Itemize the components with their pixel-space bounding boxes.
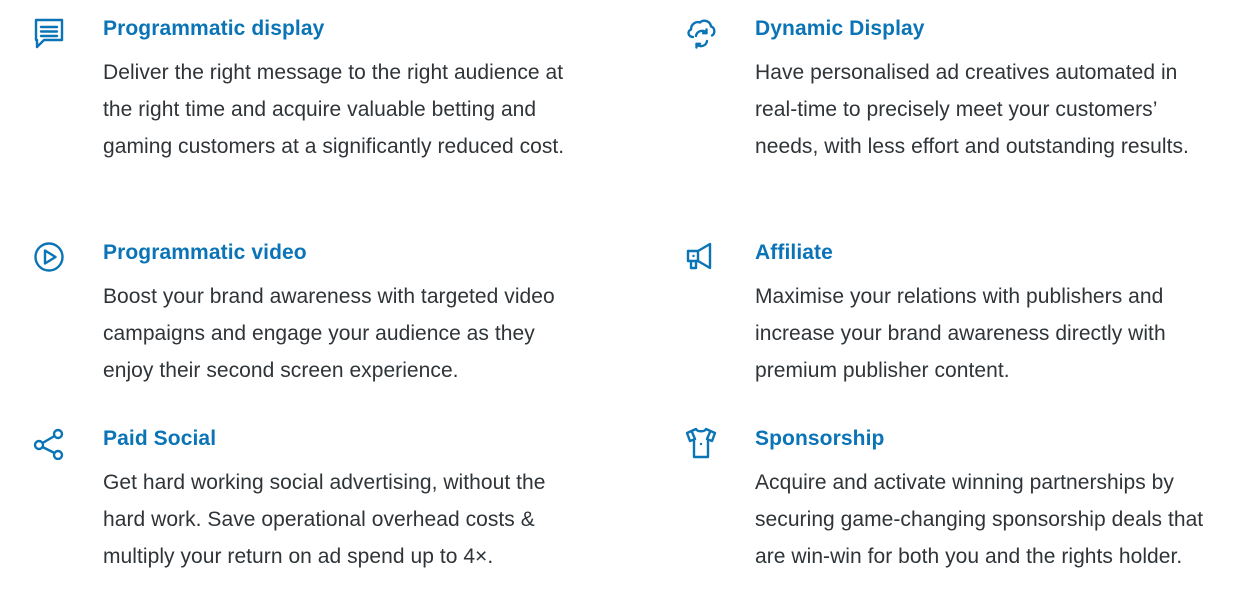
service-dynamic-display: Dynamic Display Have personalised ad cre… <box>687 16 1225 165</box>
service-description: Have personalised ad creatives automated… <box>755 61 1189 158</box>
service-description: Deliver the right message to the right a… <box>103 61 565 158</box>
share-icon <box>25 426 73 474</box>
megaphone-icon <box>677 240 725 288</box>
cloud-sync-icon <box>677 16 725 64</box>
service-sponsorship: Sponsorship Acquire and activate winning… <box>685 426 1225 575</box>
service-title: Programmatic video <box>103 241 307 264</box>
service-title: Programmatic display <box>103 17 325 40</box>
service-affiliate: Affiliate Maximise your relations with p… <box>686 240 1225 389</box>
service-description: Maximise your relations with publishers … <box>755 285 1166 382</box>
play-circle-icon <box>25 240 73 288</box>
service-title: Dynamic Display <box>755 17 925 40</box>
service-programmatic-display: Programmatic display Deliver the right m… <box>34 16 573 165</box>
service-description: Boost your brand awareness with targeted… <box>103 285 555 382</box>
chat-message-icon <box>25 16 73 64</box>
service-programmatic-video: Programmatic video Boost your brand awar… <box>34 240 573 389</box>
service-description: Acquire and activate winning partnership… <box>755 471 1204 568</box>
service-paid-social: Paid Social Get hard working social adve… <box>33 426 573 575</box>
service-description: Get hard working social advertising, wit… <box>103 471 546 568</box>
jersey-icon <box>677 426 725 474</box>
service-title: Affiliate <box>755 241 833 264</box>
service-title: Paid Social <box>103 427 217 450</box>
service-title: Sponsorship <box>755 427 885 450</box>
